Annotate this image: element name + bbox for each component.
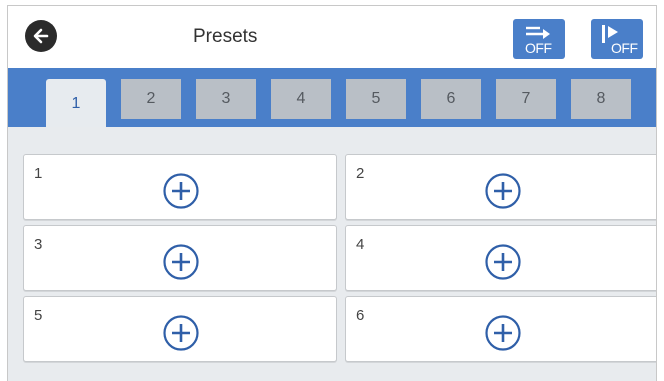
back-arrow-icon <box>33 28 49 44</box>
page-title: Presets <box>193 26 258 47</box>
preset-number: 5 <box>34 307 43 324</box>
preset-slot-1[interactable]: 1 <box>23 154 337 220</box>
preset-slot-3[interactable]: 3 <box>23 225 337 291</box>
tab-7[interactable]: 7 <box>496 79 556 119</box>
add-circle-icon[interactable] <box>484 243 522 281</box>
preset-number: 1 <box>34 165 43 182</box>
preset-slot-4[interactable]: 4 <box>345 225 656 291</box>
skip-off-button[interactable]: OFF <box>513 19 565 59</box>
back-button[interactable] <box>25 20 57 52</box>
preset-number: 4 <box>356 236 365 253</box>
preset-number: 3 <box>34 236 43 253</box>
tab-8[interactable]: 8 <box>571 79 631 119</box>
preset-slot-2[interactable]: 2 <box>345 154 656 220</box>
presets-screen: Presets OFF OFF 12345678 123456 <box>7 5 657 381</box>
play-skip-off-label: OFF <box>611 40 638 56</box>
tab-bar: 12345678 <box>8 68 656 128</box>
presets-grid: 1 2 3 4 5 6 <box>8 127 656 381</box>
tab-1[interactable]: 1 <box>46 79 106 128</box>
preset-slot-6[interactable]: 6 <box>345 296 656 362</box>
tab-2[interactable]: 2 <box>121 79 181 119</box>
play-skip-off-button[interactable]: OFF <box>591 19 643 59</box>
add-circle-icon[interactable] <box>484 172 522 210</box>
tab-5[interactable]: 5 <box>346 79 406 119</box>
header: Presets OFF OFF <box>8 6 656 68</box>
add-circle-icon[interactable] <box>484 314 522 352</box>
add-circle-icon[interactable] <box>162 314 200 352</box>
preset-number: 6 <box>356 307 365 324</box>
tab-4[interactable]: 4 <box>271 79 331 119</box>
add-circle-icon[interactable] <box>162 172 200 210</box>
add-circle-icon[interactable] <box>162 243 200 281</box>
preset-number: 2 <box>356 165 365 182</box>
tab-3[interactable]: 3 <box>196 79 256 119</box>
skip-off-label: OFF <box>525 40 552 56</box>
tab-6[interactable]: 6 <box>421 79 481 119</box>
preset-slot-5[interactable]: 5 <box>23 296 337 362</box>
